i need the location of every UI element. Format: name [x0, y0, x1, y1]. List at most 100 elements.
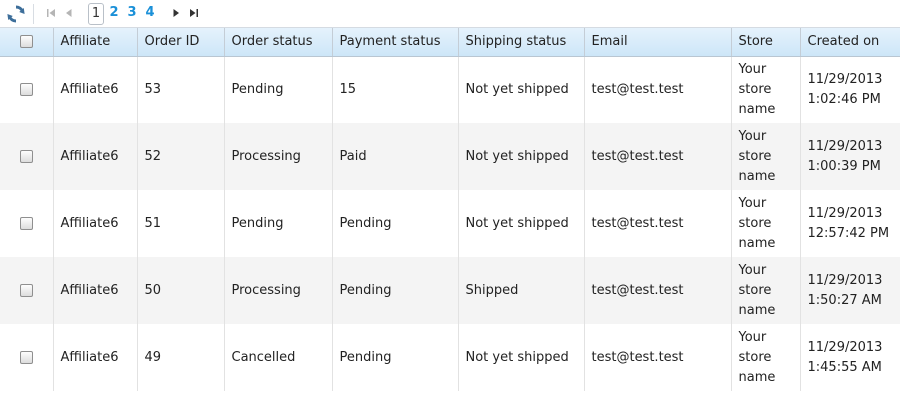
affiliate-cell: Affiliate6 — [52, 123, 137, 190]
column-header-order-id[interactable]: Order ID — [136, 28, 224, 57]
store-word: store — [738, 282, 772, 298]
row-checkbox[interactable] — [19, 350, 33, 364]
column-header-store[interactable]: Store — [730, 28, 800, 57]
row-select-cell — [0, 56, 53, 123]
email-cell: test@test.test — [583, 257, 731, 324]
select-all-header — [0, 28, 53, 57]
created-time: 1:50:27 AM — [807, 292, 882, 308]
email-cell: test@test.test — [583, 324, 731, 391]
column-header-payment-status[interactable]: Payment status — [331, 28, 458, 57]
order-id-cell: 53 — [136, 56, 224, 123]
column-header-affiliate[interactable]: Affiliate — [52, 28, 137, 57]
page-link-3[interactable]: 3 — [125, 3, 139, 23]
store-word: name — [738, 302, 776, 318]
created-date: 11/29/2013 — [807, 138, 883, 154]
row-select-cell — [0, 123, 53, 190]
last-page-icon — [190, 9, 198, 17]
created-time: 1:45:55 AM — [807, 359, 882, 375]
row-checkbox[interactable] — [19, 82, 33, 96]
row-checkbox[interactable] — [19, 149, 33, 163]
header-row: Affiliate Order ID Order status Payment … — [0, 28, 900, 57]
column-header-order-status[interactable]: Order status — [223, 28, 332, 57]
store-cell: Your store name — [730, 123, 800, 190]
created-on-cell: 11/29/2013 1:45:55 AM — [799, 324, 900, 391]
created-date: 11/29/2013 — [807, 272, 883, 288]
page-link-current[interactable]: 1 — [88, 3, 104, 25]
refresh-button[interactable] — [5, 3, 27, 25]
table-row[interactable]: Affiliate6 52 Processing Paid Not yet sh… — [0, 123, 900, 190]
last-page-button[interactable] — [187, 6, 201, 20]
created-on-cell: 11/29/2013 1:02:46 PM — [799, 56, 900, 123]
store-word: store — [738, 349, 772, 365]
order-id-cell: 49 — [136, 324, 224, 391]
created-date: 11/29/2013 — [807, 339, 883, 355]
select-all-checkbox[interactable] — [19, 35, 33, 49]
orders-grid: Affiliate Order ID Order status Payment … — [0, 28, 900, 391]
order-status-cell: Processing — [223, 123, 332, 190]
row-select-cell — [0, 324, 53, 391]
store-cell: Your store name — [730, 257, 800, 324]
email-cell: test@test.test — [583, 123, 731, 190]
shipping-status-cell: Not yet shipped — [457, 123, 584, 190]
payment-status-cell: 15 — [331, 56, 458, 123]
refresh-icon — [7, 5, 25, 23]
order-id-cell: 50 — [136, 257, 224, 324]
shipping-status-cell: Not yet shipped — [457, 190, 584, 257]
store-word: name — [738, 369, 776, 385]
created-time: 12:57:42 PM — [807, 225, 890, 241]
payment-status-cell: Paid — [331, 123, 458, 190]
affiliate-cell: Affiliate6 — [52, 190, 137, 257]
store-cell: Your store name — [730, 56, 800, 123]
created-time: 1:02:46 PM — [807, 91, 881, 107]
first-page-button[interactable] — [44, 6, 58, 20]
created-time: 1:00:39 PM — [807, 158, 881, 174]
order-status-cell: Pending — [223, 56, 332, 123]
table-row[interactable]: Affiliate6 50 Processing Pending Shipped… — [0, 257, 900, 324]
order-status-cell: Pending — [223, 190, 332, 257]
previous-page-button[interactable] — [62, 6, 76, 20]
created-date: 11/29/2013 — [807, 71, 883, 87]
email-cell: test@test.test — [583, 56, 731, 123]
column-header-shipping-status[interactable]: Shipping status — [457, 28, 584, 57]
email-cell: test@test.test — [583, 190, 731, 257]
next-page-icon — [173, 9, 179, 17]
row-checkbox[interactable] — [19, 283, 33, 297]
payment-status-cell: Pending — [331, 324, 458, 391]
table-row[interactable]: Affiliate6 51 Pending Pending Not yet sh… — [0, 190, 900, 257]
created-on-cell: 11/29/2013 1:00:39 PM — [799, 123, 900, 190]
table-row[interactable]: Affiliate6 53 Pending 15 Not yet shipped… — [0, 56, 900, 123]
store-word: Your — [738, 262, 767, 278]
table-row[interactable]: Affiliate6 49 Cancelled Pending Not yet … — [0, 324, 900, 391]
shipping-status-cell: Not yet shipped — [457, 324, 584, 391]
shipping-status-cell: Shipped — [457, 257, 584, 324]
store-cell: Your store name — [730, 190, 800, 257]
next-page-button[interactable] — [169, 6, 183, 20]
payment-status-cell: Pending — [331, 257, 458, 324]
page-link-2[interactable]: 2 — [107, 3, 121, 23]
order-id-cell: 51 — [136, 190, 224, 257]
toolbar-separator — [33, 4, 34, 24]
store-word: store — [738, 148, 772, 164]
page-link-4[interactable]: 4 — [143, 3, 157, 23]
shipping-status-cell: Not yet shipped — [457, 56, 584, 123]
grid-toolbar: 1 2 3 4 — [0, 0, 900, 28]
created-date: 11/29/2013 — [807, 205, 883, 221]
row-checkbox[interactable] — [19, 216, 33, 230]
row-select-cell — [0, 190, 53, 257]
store-word: store — [738, 215, 772, 231]
column-header-email[interactable]: Email — [583, 28, 731, 57]
column-header-created-on[interactable]: Created on — [799, 28, 900, 57]
row-select-cell — [0, 257, 53, 324]
payment-status-cell: Pending — [331, 190, 458, 257]
store-word: name — [738, 168, 776, 184]
order-status-cell: Processing — [223, 257, 332, 324]
store-word: name — [738, 235, 776, 251]
first-page-icon — [47, 9, 55, 17]
store-word: store — [738, 81, 772, 97]
store-word: Your — [738, 128, 767, 144]
store-word: name — [738, 101, 776, 117]
order-status-cell: Cancelled — [223, 324, 332, 391]
created-on-cell: 11/29/2013 1:50:27 AM — [799, 257, 900, 324]
store-word: Your — [738, 329, 767, 345]
affiliate-cell: Affiliate6 — [52, 56, 137, 123]
